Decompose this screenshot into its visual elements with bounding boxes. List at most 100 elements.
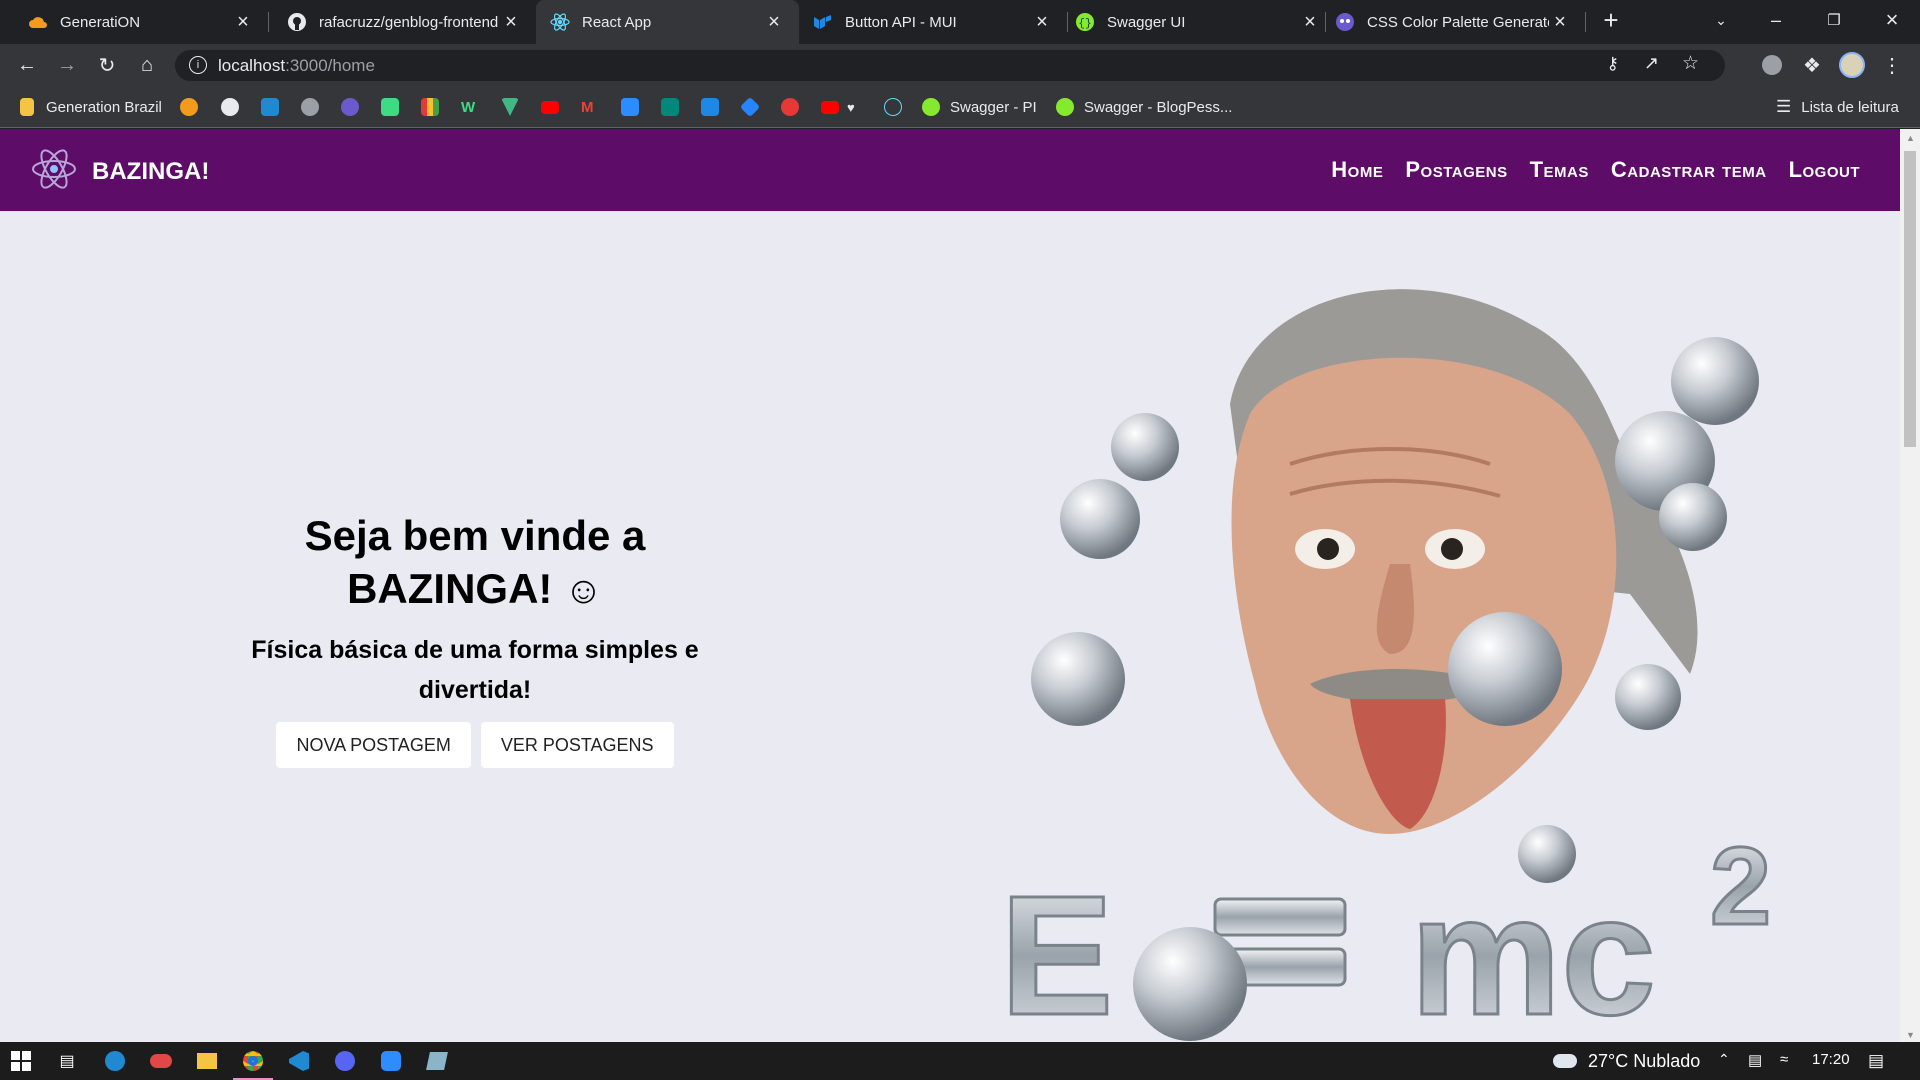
browser-tab-bar: GeneratiON × rafacruzz/genblog-frontend …: [0, 0, 1920, 44]
vue-icon: [501, 98, 519, 116]
close-tab-icon[interactable]: ×: [1031, 11, 1053, 33]
bookmark-jira[interactable]: [739, 96, 761, 118]
palette-icon: [341, 98, 359, 116]
bookmark-react[interactable]: [884, 96, 902, 118]
clock[interactable]: 17:20: [1812, 1051, 1850, 1068]
notes-app-icon[interactable]: [426, 1050, 448, 1072]
tab-color-palette[interactable]: CSS Color Palette Generator ×: [1325, 0, 1585, 44]
meet-now-icon[interactable]: ▤: [1748, 1051, 1762, 1069]
task-view-icon[interactable]: ▤: [56, 1050, 78, 1072]
tab-title: Swagger UI: [1107, 13, 1186, 31]
mui-icon: [813, 12, 833, 32]
tab-mui[interactable]: Button API - MUI ×: [799, 0, 1067, 44]
close-tab-icon[interactable]: ×: [1299, 11, 1321, 33]
close-tab-icon[interactable]: ×: [500, 11, 522, 33]
notifications-icon[interactable]: ▤: [1868, 1051, 1884, 1071]
tab-search-chevron-icon[interactable]: ⌄: [1693, 0, 1749, 40]
profile-avatar[interactable]: [1836, 49, 1868, 81]
zoom-app-icon[interactable]: [380, 1050, 402, 1072]
restore-button[interactable]: ❐: [1806, 0, 1862, 40]
bookmark-vuetify[interactable]: [501, 96, 519, 118]
palette-icon: [1335, 12, 1355, 32]
tab-react-app[interactable]: React App ×: [536, 0, 799, 44]
bookmark-cloud[interactable]: [180, 96, 198, 118]
bookmark-youtube-2[interactable]: ♥: [821, 96, 855, 118]
hero-title: Seja bem vinde a BAZINGA! ☺: [200, 509, 750, 618]
reading-list[interactable]: ☰ Lista de leitura: [1776, 96, 1899, 118]
close-window-button[interactable]: ×: [1864, 0, 1920, 40]
scroll-up-icon[interactable]: ▲: [1906, 133, 1915, 143]
file-explorer-icon[interactable]: [196, 1050, 218, 1072]
windows-start-icon[interactable]: [10, 1050, 32, 1072]
nav-cadastrar-tema[interactable]: Cadastrar tema: [1611, 157, 1767, 183]
back-arrow-icon[interactable]: ←: [11, 49, 43, 81]
bookmark-w[interactable]: W: [461, 96, 475, 118]
weather-text[interactable]: 27°C Nublado: [1588, 1051, 1700, 1072]
star-icon[interactable]: ☆: [1682, 52, 1699, 75]
home-icon[interactable]: ⌂: [131, 49, 163, 81]
info-icon[interactable]: i: [189, 56, 207, 74]
bookmark-gmail[interactable]: M: [581, 96, 594, 118]
discord-app-icon[interactable]: [334, 1050, 356, 1072]
bookmark-grid[interactable]: [421, 96, 439, 118]
bookmark-swagger-blogpess[interactable]: Swagger - BlogPess...: [1056, 96, 1232, 118]
weather-icon[interactable]: [1552, 1050, 1578, 1072]
tab-swagger[interactable]: {} Swagger UI ×: [1067, 0, 1335, 44]
wifi-icon[interactable]: ≈: [1780, 1051, 1788, 1068]
brand[interactable]: BAZINGA!: [30, 145, 209, 198]
nav-postagens[interactable]: Postagens: [1405, 157, 1507, 183]
bookmark-youtube[interactable]: [541, 96, 559, 118]
key-icon[interactable]: ⚷: [1607, 54, 1619, 74]
bookmark-label: Swagger - BlogPess...: [1084, 98, 1233, 116]
chevron-up-icon[interactable]: ⌃: [1718, 1051, 1730, 1068]
bookmark-generation-brazil[interactable]: Generation Brazil: [20, 96, 162, 118]
bookmark-meet[interactable]: [661, 96, 679, 118]
bookmark-zoom[interactable]: [621, 96, 639, 118]
address-bar[interactable]: i localhost:3000/home ⚷ ↗ ☆: [175, 50, 1725, 81]
reload-icon[interactable]: ↻: [91, 49, 123, 81]
pin-icon: [781, 98, 799, 116]
tab-title: CSS Color Palette Generator: [1367, 13, 1549, 31]
close-tab-icon[interactable]: ×: [232, 11, 254, 33]
cloud-app-icon[interactable]: [150, 1050, 172, 1072]
smiley-icon: ☺: [564, 570, 603, 612]
bookmark-palette[interactable]: [341, 96, 359, 118]
discord-extension-icon[interactable]: [1756, 49, 1788, 81]
bookmarks-bar: Generation Brazil W M ♥ Swagger - PI Swa…: [0, 86, 1920, 128]
folder-icon: [20, 98, 34, 116]
bookmark-swagger-pi[interactable]: Swagger - PI: [922, 96, 1037, 118]
github-icon: [221, 98, 239, 116]
bookmark-pin[interactable]: [781, 96, 799, 118]
chrome-app-icon[interactable]: [242, 1050, 264, 1072]
nav-temas[interactable]: Temas: [1530, 157, 1589, 183]
share-icon[interactable]: ↗: [1644, 53, 1659, 74]
page-scrollbar[interactable]: ▲ ▼: [1900, 129, 1920, 1042]
forward-arrow-icon[interactable]: →: [51, 49, 83, 81]
tab-generation[interactable]: GeneratiON ×: [0, 0, 268, 44]
tab-github[interactable]: rafacruzz/genblog-frontend ×: [268, 0, 536, 44]
bookmark-site[interactable]: [301, 96, 319, 118]
zoom-icon: [621, 98, 639, 116]
bookmark-vscode[interactable]: [261, 96, 279, 118]
nav-logout[interactable]: Logout: [1789, 157, 1860, 183]
close-tab-icon[interactable]: ×: [1549, 11, 1571, 33]
svg-text:2: 2: [1710, 825, 1771, 948]
nav-home[interactable]: Home: [1331, 157, 1383, 183]
nova-postagem-button[interactable]: NOVA POSTAGEM: [276, 722, 471, 768]
new-tab-button[interactable]: +: [1595, 4, 1627, 36]
ver-postagens-button[interactable]: VER POSTAGENS: [480, 722, 674, 768]
bookmark-mui[interactable]: [701, 96, 719, 118]
scrollbar-thumb[interactable]: [1904, 151, 1916, 447]
bookmark-github[interactable]: [221, 96, 239, 118]
scroll-down-icon[interactable]: ▼: [1906, 1030, 1915, 1040]
edge-app-icon[interactable]: [104, 1050, 126, 1072]
vscode-app-icon[interactable]: [288, 1050, 310, 1072]
swagger-icon: [1056, 98, 1074, 116]
mui-icon: [701, 98, 719, 116]
kebab-menu-icon[interactable]: ⋮: [1876, 49, 1908, 81]
minimize-button[interactable]: –: [1748, 0, 1804, 40]
puzzle-extensions-icon[interactable]: ❖: [1796, 49, 1828, 81]
bookmark-android[interactable]: [381, 96, 399, 118]
close-tab-icon[interactable]: ×: [763, 11, 785, 33]
cloud-icon: [180, 98, 198, 116]
